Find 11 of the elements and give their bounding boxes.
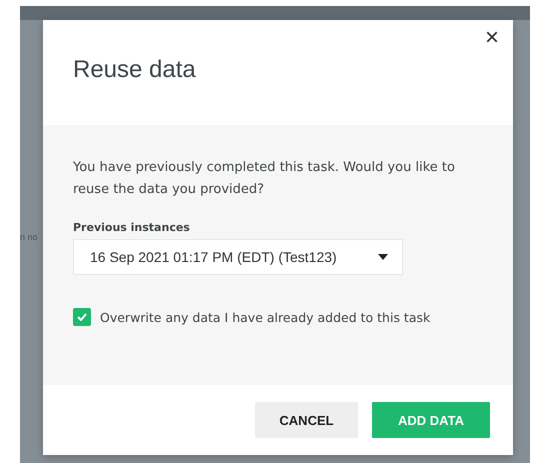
dialog-message: You have previously completed this task. Would you like to reuse the data you provided? <box>73 159 456 199</box>
instance-dropdown[interactable]: 16 Sep 2021 01:17 PM (EDT) (Test123) <box>73 239 403 275</box>
overwrite-checkbox[interactable] <box>73 308 91 326</box>
caret-icon <box>378 254 388 260</box>
background-text: n no <box>20 232 38 242</box>
close-button[interactable]: × <box>480 26 503 50</box>
field-label: Previous instances <box>73 221 191 234</box>
checkbox-label: Overwrite any data I have already added to this task <box>100 310 430 324</box>
dialog-title: Reuse data <box>73 56 197 84</box>
cancel-button[interactable]: CANCEL <box>255 402 358 438</box>
check-icon <box>77 313 87 321</box>
